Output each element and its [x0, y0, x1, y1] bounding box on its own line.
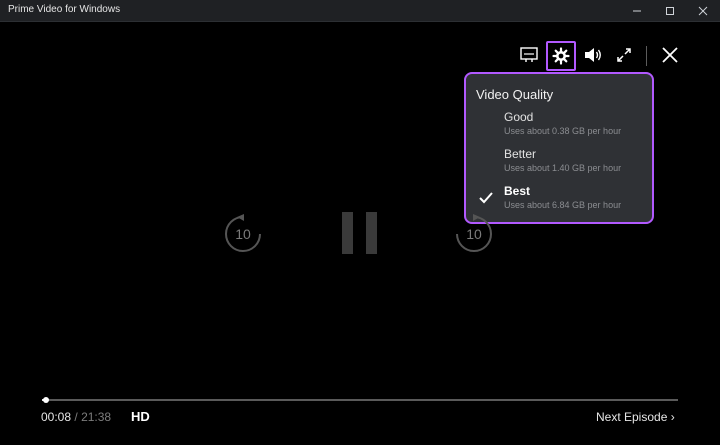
rewind-seconds: 10: [235, 226, 251, 242]
pause-button[interactable]: [342, 212, 378, 254]
window-titlebar: Prime Video for Windows: [0, 0, 720, 22]
option-label: Good: [504, 110, 534, 124]
player-top-controls: [515, 41, 685, 71]
checkmark-icon: [478, 190, 494, 206]
time-separator: /: [74, 410, 78, 424]
total-time: 21:38: [81, 410, 112, 424]
minimize-icon[interactable]: [620, 0, 654, 21]
pause-icon-bar-right: [366, 212, 377, 254]
forward-seconds: 10: [466, 226, 482, 242]
video-quality-menu: Video Quality Good Uses about 0.38 GB pe…: [464, 72, 654, 224]
option-description: Uses about 0.38 GB per hour: [504, 126, 622, 136]
forward-10-button[interactable]: 10: [454, 214, 494, 254]
option-label: Best: [504, 184, 531, 198]
option-description: Uses about 1.40 GB per hour: [504, 163, 622, 173]
next-episode-button[interactable]: Next Episode ›: [596, 410, 675, 424]
close-icon[interactable]: [656, 41, 684, 69]
playback-time: 00:08 / 21:38: [41, 410, 111, 424]
progress-bar[interactable]: [42, 397, 678, 403]
subtitles-icon[interactable]: [515, 41, 543, 69]
current-time: 00:08: [41, 410, 72, 424]
volume-icon[interactable]: [579, 41, 607, 69]
window-close-icon[interactable]: [686, 0, 720, 21]
app-title: Prime Video for Windows: [8, 4, 121, 15]
rewind-10-button[interactable]: 10: [223, 214, 263, 254]
settings-gear-icon[interactable]: [546, 41, 576, 71]
controls-divider: [646, 46, 647, 66]
quality-option-good[interactable]: Good Uses about 0.38 GB per hour: [466, 110, 652, 146]
pause-icon-bar-left: [342, 212, 353, 254]
quality-option-better[interactable]: Better Uses about 1.40 GB per hour: [466, 147, 652, 183]
menu-title: Video Quality: [476, 87, 554, 102]
progress-scrubber-handle[interactable]: [42, 397, 49, 403]
option-label: Better: [504, 147, 537, 161]
hd-badge: HD: [131, 409, 150, 424]
option-description: Uses about 6.84 GB per hour: [504, 200, 622, 210]
maximize-icon[interactable]: [653, 0, 687, 21]
fullscreen-icon[interactable]: [610, 41, 638, 69]
